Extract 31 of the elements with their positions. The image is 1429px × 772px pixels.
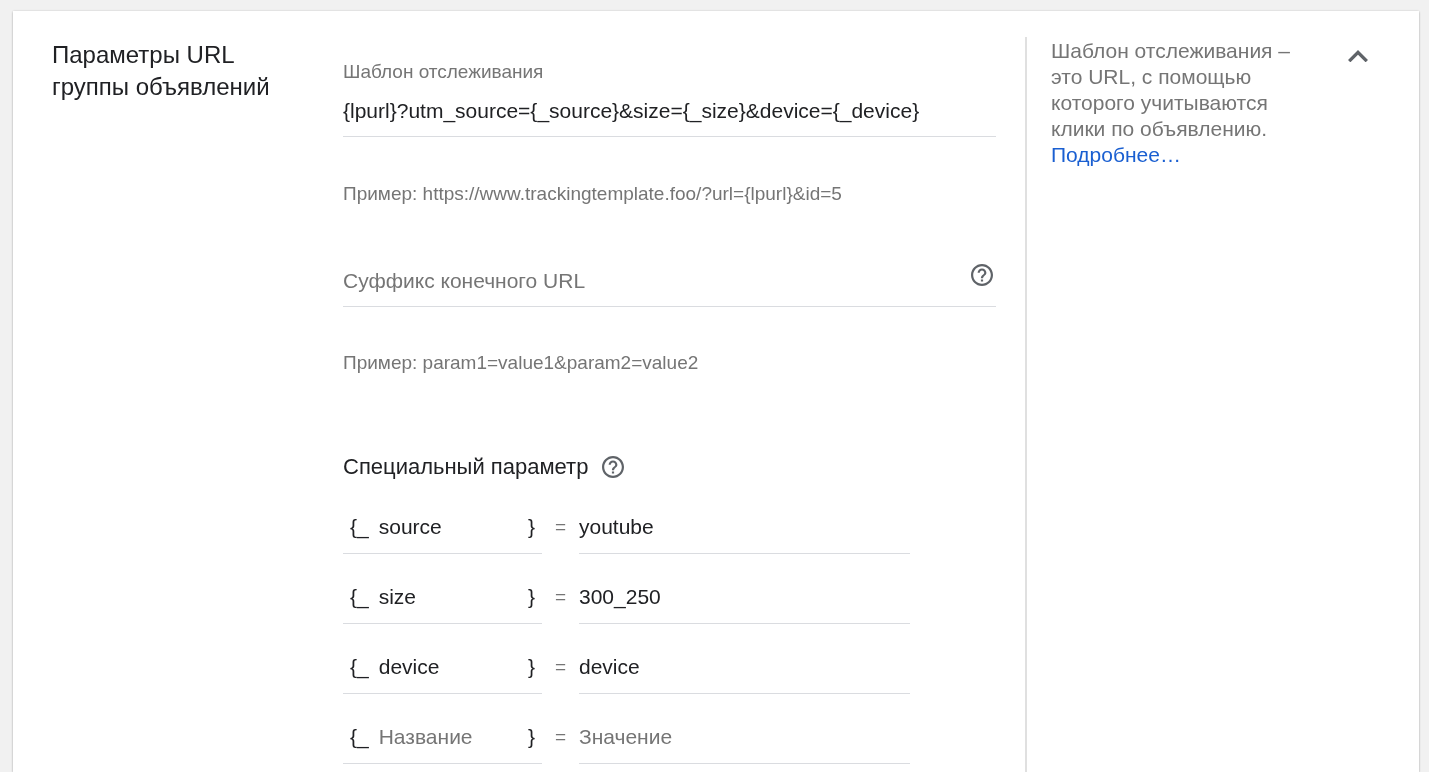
help-icon[interactable]	[971, 264, 993, 286]
equals-sign: =	[554, 586, 567, 608]
brace-suffix: }	[528, 653, 535, 680]
subsection-title: Специальный параметр	[343, 453, 589, 481]
brace-prefix: {_	[350, 513, 369, 540]
brace-prefix: {_	[350, 583, 369, 610]
parameter-value-field[interactable]: youtube	[579, 503, 910, 554]
parameter-name-field[interactable]: size	[378, 581, 522, 612]
parameter-name-field[interactable]: source	[378, 511, 522, 542]
example-text: Пример: https://www.trackingtemplate.foo/?url={lpurl}&id=5	[343, 183, 843, 205]
parameter-name-field[interactable]: device	[378, 651, 522, 682]
brace-suffix: }	[528, 723, 535, 750]
help-icon[interactable]	[602, 456, 625, 478]
tracking-template-field[interactable]: {lpurl}?utm_source={_source}&size={_size}&device={_device}	[343, 86, 996, 137]
section-title: Параметры URL группы объявлений	[52, 40, 271, 102]
parameter-name-field[interactable]: Название	[378, 721, 522, 752]
brace-suffix: }	[528, 583, 535, 610]
equals-sign: =	[554, 516, 567, 538]
brace-prefix: {_	[350, 723, 369, 750]
parameter-value-field[interactable]: 300_250	[579, 573, 910, 624]
parameter-value-field[interactable]: device	[579, 643, 910, 694]
equals-sign: =	[554, 656, 567, 678]
learn-more-link[interactable]: Подробнее…	[1051, 142, 1181, 168]
equals-sign: =	[554, 726, 567, 748]
parameter-value-field[interactable]: Значение	[579, 713, 910, 764]
help-text: Шаблон отслеживания – это URL, с помощью которого учитываются клики по объявлению.	[1051, 38, 1291, 142]
example-text: Пример: param1=value1&param2=value2	[343, 352, 700, 374]
brace-suffix: }	[528, 513, 535, 540]
field-label: Шаблон отслеживания	[343, 61, 545, 83]
url-suffix-field[interactable]: Суффикс конечного URL	[343, 266, 959, 296]
brace-prefix: {_	[350, 653, 369, 680]
